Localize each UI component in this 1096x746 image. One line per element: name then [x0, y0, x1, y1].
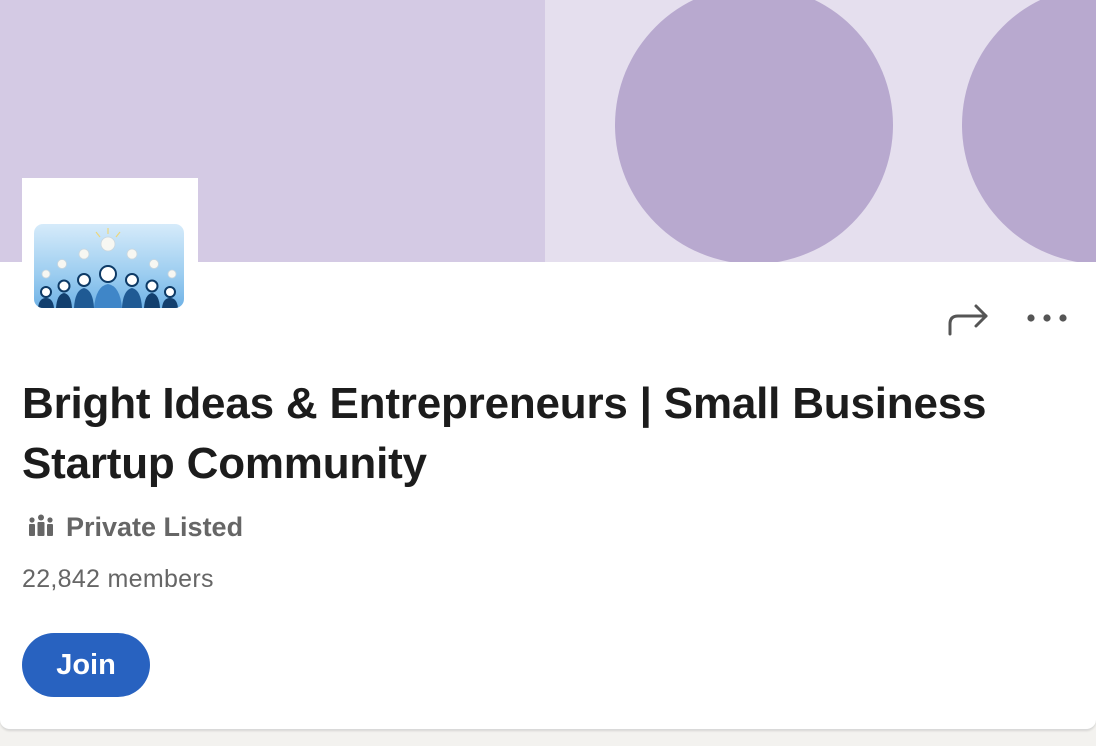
lightbulb-people-icon — [34, 224, 184, 308]
group-privacy: Private Listed — [28, 512, 243, 543]
privacy-label: Private Listed — [66, 512, 244, 542]
group-logo[interactable] — [22, 178, 198, 323]
group-actions — [946, 300, 1068, 336]
join-button[interactable]: Join — [22, 633, 150, 697]
more-horizontal-icon[interactable] — [1026, 313, 1068, 323]
group-title: Bright Ideas & Entrepreneurs | Small Bus… — [22, 379, 987, 488]
people-group-icon — [28, 512, 54, 543]
share-arrow-icon[interactable] — [946, 300, 990, 336]
member-count: 22,842 members — [22, 565, 214, 593]
cover-circle-decoration — [615, 0, 893, 262]
cover-circle-decoration — [962, 0, 1096, 262]
group-card: Bright Ideas & Entrepreneurs | Small Bus… — [0, 0, 1096, 730]
